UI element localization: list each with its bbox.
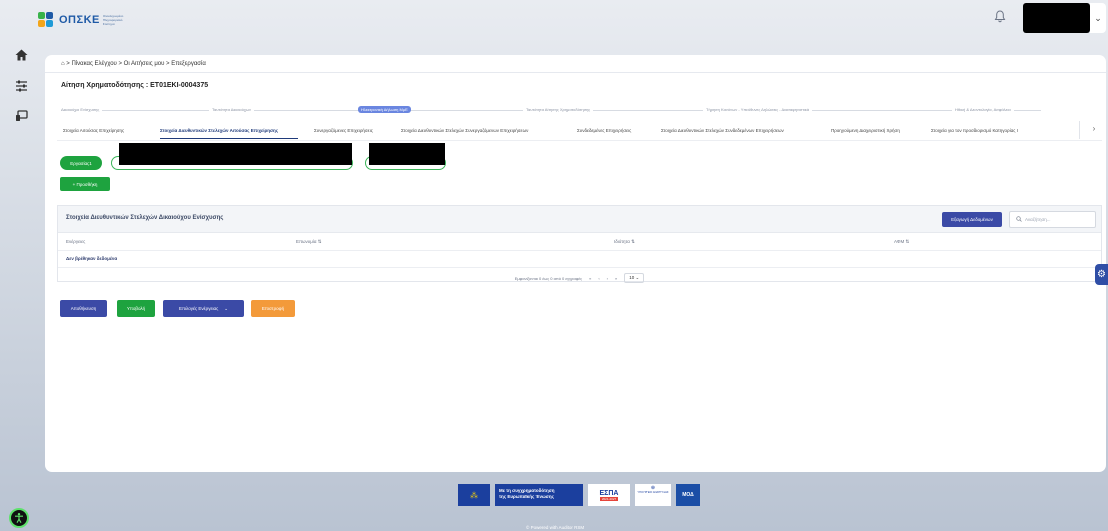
tab-applicant[interactable]: Στοιχεία Αιτούσας Επιχείρησης bbox=[63, 128, 124, 133]
back-button[interactable]: Επιστροφή bbox=[251, 300, 295, 317]
search-placeholder: Αναζήτηση... bbox=[1025, 217, 1051, 222]
active-tab-indicator bbox=[160, 138, 298, 139]
next-page-icon[interactable]: › bbox=[607, 276, 608, 281]
tab-partner-executives[interactable]: Στοιχεία Διευθυντικών Στελεχών Συνεργαζό… bbox=[401, 128, 528, 133]
page-size-select[interactable]: 10 ⌄ bbox=[624, 273, 645, 283]
submit-button[interactable]: Υποβολή bbox=[117, 300, 155, 317]
logo-text: ΟΠΣΚΕ bbox=[59, 14, 100, 26]
bell-icon[interactable] bbox=[994, 10, 1008, 24]
step-ethics[interactable]: Ηθική & Δεοντολογία, Ασφάλεια bbox=[952, 107, 1014, 112]
espa-logo: ΕΣΠΑ 2021-2027 bbox=[588, 484, 630, 506]
divider bbox=[58, 250, 1101, 251]
first-page-icon[interactable]: « bbox=[589, 276, 591, 281]
sort-icon[interactable]: ⇅ bbox=[905, 239, 909, 244]
add-button[interactable]: + Προσθήκη bbox=[60, 177, 110, 191]
tab-linked-companies[interactable]: Συνδεδεμένες Επιχειρήσεις bbox=[577, 128, 631, 133]
column-header-role[interactable]: Ιδιότητα ⇅ bbox=[614, 239, 635, 245]
sort-icon[interactable]: ⇅ bbox=[631, 239, 635, 244]
search-icon bbox=[1016, 216, 1022, 223]
column-header-label: Επωνυμία bbox=[296, 239, 317, 244]
main-card: ⌂ > Πίνακας Ελέγχου > Οι Αιτήσεις μου > … bbox=[45, 55, 1106, 472]
column-header-name[interactable]: Επωνυμία ⇅ bbox=[296, 239, 322, 245]
ministry-logo: ⊕ ΥΠΟΥΡΓΕΙΟ ΑΝΑΠΤΥΞΗΣ bbox=[635, 484, 671, 506]
chevron-down-icon: ⌄ bbox=[224, 305, 229, 311]
export-data-button[interactable]: Εξαγωγή Δεδομένων bbox=[942, 212, 1002, 227]
gear-icon[interactable]: ⚙ bbox=[1095, 264, 1108, 285]
column-header-afm[interactable]: ΑΦΜ ⇅ bbox=[894, 239, 909, 245]
logo-mark-icon bbox=[38, 12, 56, 28]
footer-logos: ⁂ Με τη συγχρηματοδότηση της Ευρωπαϊκής … bbox=[458, 484, 700, 506]
powered-by-text: © Powered with Auditor RSM bbox=[526, 525, 585, 530]
pagination-info: Εμφανίζονται 0 έως 0 από 0 εγγραφές bbox=[514, 275, 583, 281]
espa-years: 2021-2027 bbox=[599, 496, 619, 501]
tab-category[interactable]: Στοιχεία για τον προσδιορισμό Κατηγορίας… bbox=[931, 128, 1018, 133]
logo[interactable]: ΟΠΣΚΕ Ολοκληρωμένο Πληροφοριακό Σύστημα bbox=[38, 12, 131, 28]
save-button[interactable]: Αποθήκευση bbox=[60, 300, 107, 317]
step-application-identity[interactable]: Ταυτότητα Αίτησης Χρηματοδότησης bbox=[523, 107, 594, 112]
divider bbox=[1079, 121, 1080, 139]
entity-pill-selected[interactable]: Εργασίας1 bbox=[60, 156, 102, 170]
column-header-actions: Ενέργειες bbox=[66, 239, 86, 244]
actions-label: Επιλογές Ενέργειας bbox=[178, 306, 219, 311]
accessibility-icon[interactable] bbox=[9, 508, 29, 528]
redacted-block bbox=[369, 143, 445, 165]
chevron-right-icon[interactable]: › bbox=[1088, 124, 1100, 136]
executives-table-panel: Στοιχεία Διευθυντικών Στελεχών Δικαιούχο… bbox=[57, 205, 1102, 283]
panel-header: Στοιχεία Διευθυντικών Στελεχών Δικαιούχο… bbox=[58, 206, 1101, 233]
eu-text-line: της Ευρωπαϊκής Ένωσης bbox=[499, 494, 554, 499]
eu-cofunding-text: Με τη συγχρηματοδότηση της Ευρωπαϊκής Έν… bbox=[495, 484, 583, 506]
panel-title: Στοιχεία Διευθυντικών Στελεχών Δικαιούχο… bbox=[66, 215, 224, 221]
monitor-icon[interactable] bbox=[14, 110, 28, 124]
chevron-down-icon[interactable]: ⌄ bbox=[1090, 3, 1106, 33]
column-header-label: Ιδιότητα bbox=[614, 239, 630, 244]
divider bbox=[57, 140, 1102, 141]
eu-flag-icon: ⁂ bbox=[458, 484, 490, 506]
step-beneficiaries[interactable]: Δικαιούχοι Ενίσχυσης bbox=[58, 107, 103, 112]
user-avatar-redacted[interactable] bbox=[1023, 3, 1090, 33]
search-input[interactable]: Αναζήτηση... bbox=[1009, 211, 1096, 228]
tab-linked-executives[interactable]: Στοιχεία Διευθυντικών Στελεχών Συνδεδεμέ… bbox=[661, 128, 784, 133]
ministry-text: ΥΠΟΥΡΓΕΙΟ ΑΝΑΠΤΥΞΗΣ bbox=[637, 490, 669, 494]
breadcrumb[interactable]: ⌂ > Πίνακας Ελέγχου > Οι Αιτήσεις μου > … bbox=[61, 61, 206, 67]
step-rules[interactable]: Τήρηση Κανόνων - Υπεύθυνες Δηλώσεις - Δι… bbox=[703, 107, 813, 112]
divider bbox=[58, 267, 1101, 268]
tab-previous-fiscal-year[interactable]: Προηγούμενη Διαχειριστική Χρήση bbox=[831, 128, 900, 133]
tab-partner-companies[interactable]: Συνεργαζόμενες Επιχειρήσεις bbox=[314, 128, 373, 133]
page-size-value: 10 bbox=[629, 275, 635, 280]
step-sme-declaration[interactable]: Ηλεκτρονική Δήλωση ΜμΕ bbox=[358, 106, 411, 113]
home-icon[interactable] bbox=[14, 49, 28, 63]
tab-applicant-executives[interactable]: Στοιχεία Διευθυντικών Στελεχών Αιτούσας … bbox=[160, 128, 278, 133]
column-header-label: ΑΦΜ bbox=[894, 239, 905, 244]
paginator: Εμφανίζονται 0 έως 0 από 0 εγγραφές « ‹ … bbox=[58, 273, 1101, 283]
prev-page-icon[interactable]: ‹ bbox=[598, 276, 599, 281]
moa-logo: ΜΟΔ bbox=[676, 484, 700, 506]
step-identity[interactable]: Ταυτότητα Δικαιούχων bbox=[209, 107, 255, 112]
actions-dropdown[interactable]: Επιλογές Ενέργειας ⌄ bbox=[163, 300, 244, 317]
divider bbox=[45, 72, 1106, 73]
sort-icon[interactable]: ⇅ bbox=[318, 239, 322, 244]
sliders-icon[interactable] bbox=[14, 80, 28, 94]
top-bar: ΟΠΣΚΕ Ολοκληρωμένο Πληροφοριακό Σύστημα … bbox=[0, 0, 1108, 38]
logo-subtitle: Ολοκληρωμένο Πληροφοριακό Σύστημα bbox=[102, 14, 124, 26]
redacted-block bbox=[119, 143, 352, 165]
page-title: Αίτηση Χρηματοδότησης : ΕΤ01ΕΚΙ-0004375 bbox=[61, 82, 209, 89]
last-page-icon[interactable]: » bbox=[615, 276, 617, 281]
espa-title: ΕΣΠΑ bbox=[599, 489, 619, 497]
empty-table-message: Δεν βρέθηκαν δεδομένα bbox=[66, 256, 118, 261]
